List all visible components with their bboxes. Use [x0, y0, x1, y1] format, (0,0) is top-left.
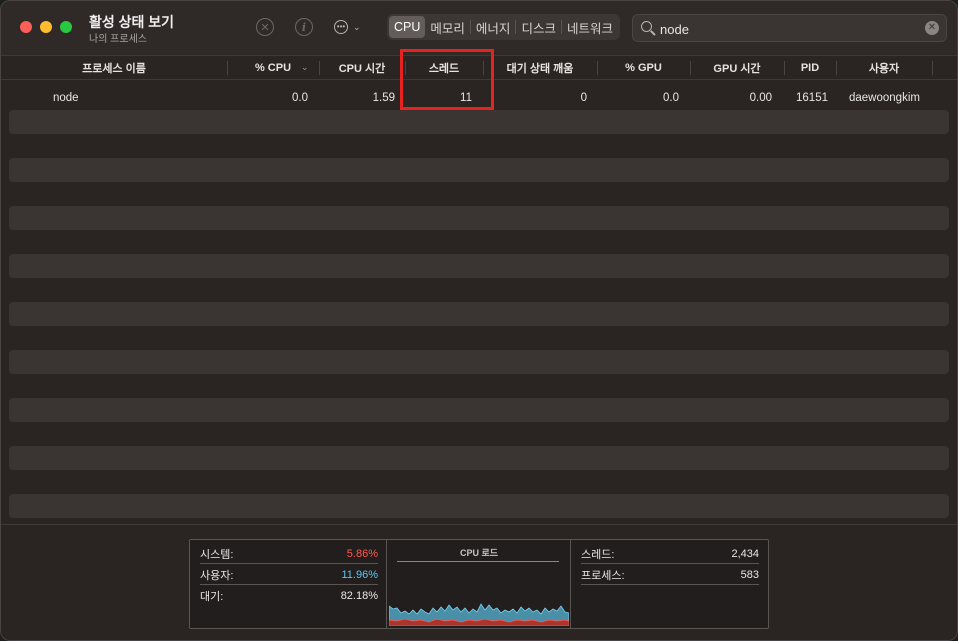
activity-monitor-window: 활성 상태 보기 나의 프로세스 ✕ i ••• ⌄ CPU 메모리 에너지 디… — [0, 0, 958, 641]
stat-processes-value: 583 — [740, 568, 759, 581]
clear-search-icon[interactable]: ✕ — [925, 21, 939, 35]
threads-highlight-box — [400, 49, 494, 110]
stat-user-label: 사용자: — [200, 569, 234, 582]
column-divider[interactable] — [932, 61, 933, 75]
sort-descending-icon: ⌄ — [301, 62, 309, 72]
empty-row-stripe — [9, 254, 949, 278]
cell-gpu-percent: 0.0 — [663, 92, 679, 104]
window-title: 활성 상태 보기 — [89, 14, 175, 30]
stat-idle-value: 82.18% — [340, 590, 378, 602]
cpu-summary-area: 시스템: 5.86% 사용자: 11.96% 대기: 82.18% CPU 로드 — [1, 524, 957, 640]
tab-energy[interactable]: 에너지 — [471, 16, 516, 38]
minimize-window-button[interactable] — [40, 21, 52, 33]
search-field[interactable]: node ✕ — [632, 14, 947, 42]
cell-user: daewoongkim — [849, 92, 920, 104]
cell-process-name: node — [53, 92, 79, 104]
cell-cpu-time: 1.59 — [372, 92, 395, 104]
cell-cpu-percent: 0.0 — [292, 92, 308, 104]
stat-processes: 프로세스: 583 — [581, 565, 759, 585]
stat-user-value: 11.96% — [341, 568, 379, 581]
more-actions-button[interactable]: ••• ⌄ — [334, 18, 361, 36]
stat-threads-label: 스레드: — [581, 548, 615, 561]
info-icon[interactable]: i — [295, 18, 313, 36]
close-window-button[interactable] — [20, 21, 32, 33]
search-input[interactable]: node — [660, 22, 689, 37]
cpu-usage-breakdown: 시스템: 5.86% 사용자: 11.96% 대기: 82.18% — [190, 540, 387, 628]
tab-cpu[interactable]: CPU — [389, 16, 426, 38]
process-counts: 스레드: 2,434 프로세스: 583 — [571, 540, 768, 628]
tab-network[interactable]: 네트워크 — [562, 16, 618, 38]
stop-process-icon[interactable]: ✕ — [256, 18, 274, 36]
stat-system: 시스템: 5.86% — [200, 544, 378, 564]
col-gpu-time[interactable]: GPU 시간 — [690, 56, 784, 80]
stat-idle-label: 대기: — [200, 591, 224, 603]
tab-memory[interactable]: 메모리 — [425, 16, 470, 38]
stat-idle: 대기: 82.18% — [200, 586, 378, 606]
toolbar: 활성 상태 보기 나의 프로세스 ✕ i ••• ⌄ CPU 메모리 에너지 디… — [1, 1, 957, 55]
ellipsis-circle-icon: ••• — [334, 20, 348, 34]
cell-pid: 16151 — [796, 92, 828, 104]
cpu-load-graph — [389, 603, 569, 626]
stat-processes-label: 프로세스: — [581, 569, 625, 582]
stat-user: 사용자: 11.96% — [200, 565, 378, 585]
empty-row-stripe — [9, 350, 949, 374]
col-pid[interactable]: PID — [784, 56, 836, 80]
stat-system-value: 5.86% — [346, 547, 378, 560]
category-tabs: CPU 메모리 에너지 디스크 네트워크 — [387, 14, 620, 40]
col-gpu-percent[interactable]: % GPU — [597, 56, 690, 80]
empty-row-stripe — [9, 398, 949, 422]
col-cpu-time[interactable]: CPU 시간 — [319, 56, 405, 80]
cpu-load-panel: CPU 로드 — [387, 540, 571, 628]
empty-row-stripe — [9, 206, 949, 230]
window-subtitle[interactable]: 나의 프로세스 — [89, 30, 147, 45]
cpu-stats-panel: 시스템: 5.86% 사용자: 11.96% 대기: 82.18% CPU 로드 — [189, 539, 769, 629]
empty-row-stripe — [9, 494, 949, 518]
empty-row-stripe — [9, 446, 949, 470]
cell-gpu-time: 0.00 — [749, 92, 772, 104]
stat-threads: 스레드: 2,434 — [581, 544, 759, 564]
empty-row-stripe — [9, 158, 949, 182]
cpu-load-divider — [397, 561, 559, 562]
process-table-body — [1, 81, 957, 521]
col-idle-wakeups[interactable]: 대기 상태 깨움 — [483, 56, 597, 80]
chevron-down-icon: ⌄ — [353, 21, 361, 32]
maximize-window-button[interactable] — [60, 21, 72, 33]
empty-row-stripe — [9, 302, 949, 326]
stat-system-label: 시스템: — [200, 548, 234, 561]
cell-idle-wakeups: 0 — [580, 92, 587, 104]
col-process-name[interactable]: 프로세스 이름 — [1, 56, 227, 80]
cpu-load-title: CPU 로드 — [459, 548, 499, 558]
col-user[interactable]: 사용자 — [836, 56, 932, 80]
stat-threads-value: 2,434 — [731, 547, 759, 560]
empty-row-stripe — [9, 110, 949, 134]
tab-disk[interactable]: 디스크 — [516, 16, 561, 38]
search-icon — [641, 21, 652, 32]
